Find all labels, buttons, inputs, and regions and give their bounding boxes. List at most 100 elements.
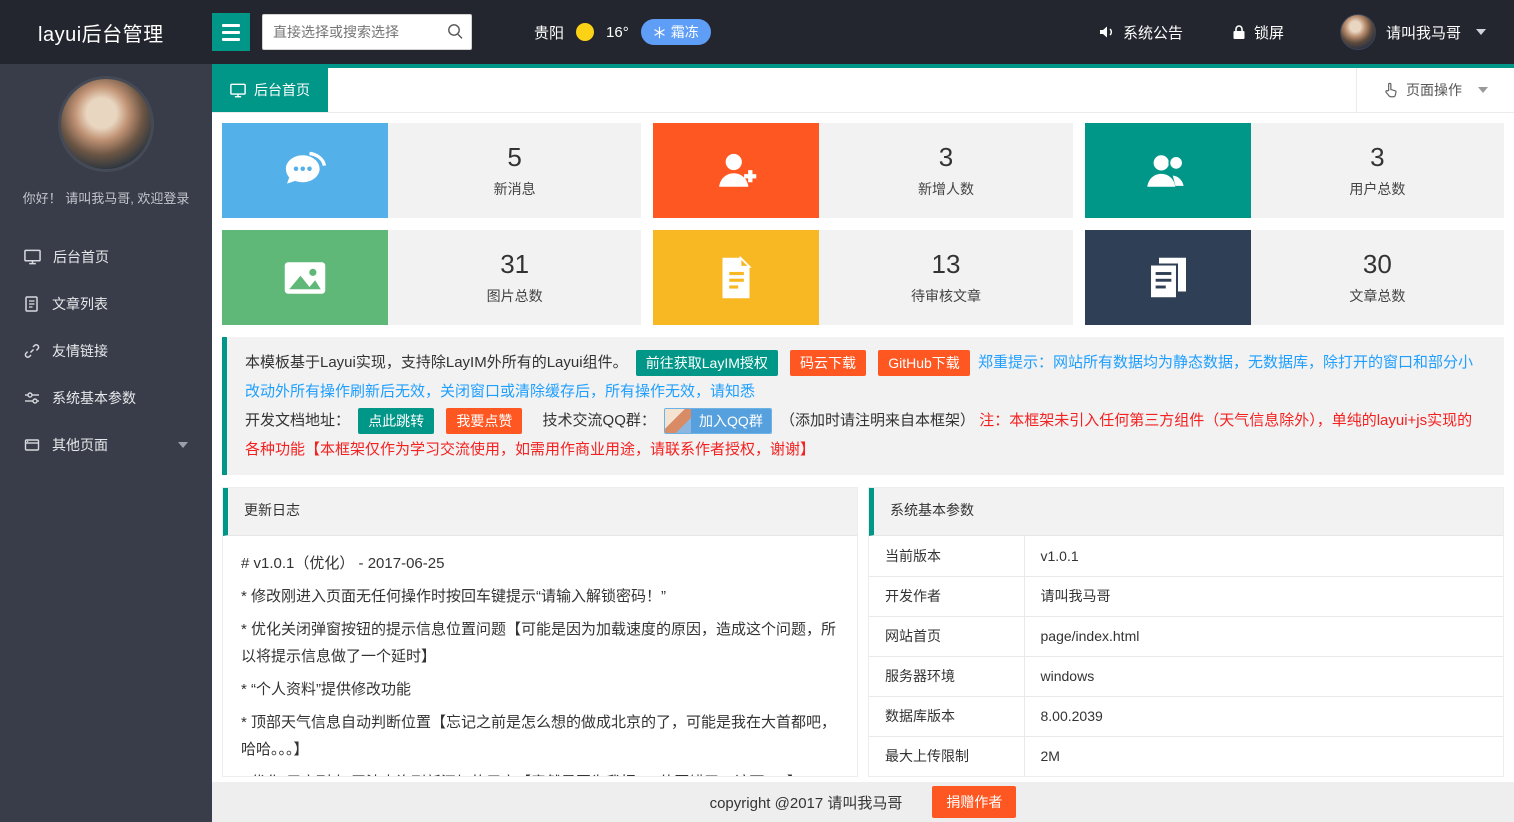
article-icon <box>24 296 40 312</box>
settings-icon <box>24 390 40 406</box>
stat-card-total-articles[interactable]: 30 文章总数 <box>1085 230 1504 325</box>
github-download-button[interactable]: GitHub下载 <box>878 350 970 376</box>
chevron-down-icon <box>1478 87 1488 93</box>
donate-button[interactable]: 捐赠作者 <box>932 786 1016 818</box>
sidebar-item-other-pages[interactable]: 其他页面 <box>0 421 212 468</box>
image-icon <box>278 251 332 305</box>
stat-value: 5 <box>507 142 521 173</box>
sun-icon <box>576 23 594 41</box>
stat-card-total-images[interactable]: 31 图片总数 <box>222 230 641 325</box>
hand-pointer-icon <box>1383 82 1398 98</box>
top-header: layui后台管理 贵阳 16° 霜冻 系统公告 锁屏 请叫我马哥 <box>0 0 1514 64</box>
gitee-download-button[interactable]: 码云下载 <box>790 350 866 376</box>
sysparams-title: 系统基本参数 <box>869 488 1503 536</box>
table-row: 当前版本v1.0.1 <box>869 536 1503 576</box>
user-add-icon <box>709 144 763 198</box>
monitor-icon <box>230 83 246 98</box>
notice-text: 本模板基于Layui实现，支持除LayIM外所有的Layui组件。 <box>245 354 628 371</box>
notice-block: 本模板基于Layui实现，支持除LayIM外所有的Layui组件。 前往获取La… <box>222 337 1504 475</box>
copyright-text: copyright @2017 请叫我马哥 <box>710 792 903 813</box>
table-row: 服务器环境windows <box>869 656 1503 696</box>
chevron-down-icon <box>178 442 188 448</box>
tab-bar: 后台首页 页面操作 <box>212 68 1514 113</box>
join-qq-group-button[interactable]: 加入QQ群 <box>664 408 772 434</box>
search-input[interactable] <box>262 14 472 50</box>
system-announcement-button[interactable]: 系统公告 <box>1098 22 1183 43</box>
table-row: 网站首页page/index.html <box>869 616 1503 656</box>
stat-label: 新增人数 <box>918 179 974 199</box>
stat-value: 13 <box>932 249 961 280</box>
stat-card-new-messages[interactable]: 5 新消息 <box>222 123 641 218</box>
username: 请叫我马哥 <box>1386 22 1461 43</box>
weather-condition-badge[interactable]: 霜冻 <box>641 19 711 45</box>
changelog-panel: 更新日志 # v1.0.1（优化） - 2017-06-25 * 修改刚进入页面… <box>222 487 858 777</box>
sidebar-item-home[interactable]: 后台首页 <box>0 233 212 280</box>
monitor-icon <box>24 249 41 265</box>
document-icon <box>709 251 763 305</box>
table-row: 开发作者请叫我马哥 <box>869 576 1503 616</box>
stat-value: 30 <box>1363 249 1392 280</box>
link-icon <box>24 343 40 359</box>
app-title: layui后台管理 <box>0 18 212 47</box>
search-icon[interactable] <box>446 22 464 45</box>
page-footer: copyright @2017 请叫我马哥 捐赠作者 <box>212 782 1514 822</box>
stat-card-new-users[interactable]: 3 新增人数 <box>653 123 1072 218</box>
table-row: 数据库版本8.00.2039 <box>869 696 1503 736</box>
tab-home[interactable]: 后台首页 <box>212 68 328 112</box>
like-button[interactable]: 我要点赞 <box>446 408 522 434</box>
layim-auth-button[interactable]: 前往获取LayIM授权 <box>636 350 778 376</box>
weather-city: 贵阳 <box>534 22 564 43</box>
sysparams-panel: 系统基本参数 当前版本v1.0.1 开发作者请叫我马哥 网站首页page/ind… <box>868 487 1504 777</box>
sidebar-menu: 后台首页 文章列表 友情链接 系统基本参数 其他页面 <box>0 233 212 468</box>
weather-widget: 贵阳 16° 霜冻 <box>534 19 711 45</box>
stat-label: 图片总数 <box>487 286 543 306</box>
table-row: 最大上传限制2M <box>869 736 1503 776</box>
changelog-title: 更新日志 <box>223 488 857 536</box>
stat-value: 3 <box>939 142 953 173</box>
users-icon <box>1141 144 1195 198</box>
changelog-body: # v1.0.1（优化） - 2017-06-25 * 修改刚进入页面无任何操作… <box>223 536 857 777</box>
user-avatar[interactable] <box>1340 14 1376 50</box>
changelog-line: * “个人资料”提供修改功能 <box>241 676 839 703</box>
page-actions-dropdown[interactable]: 页面操作 <box>1356 68 1514 112</box>
qq-note: （添加时请注明来自本框架） <box>780 412 975 429</box>
changelog-line: # v1.0.1（优化） - 2017-06-25 <box>241 550 839 577</box>
stat-label: 新消息 <box>494 179 536 199</box>
docs-label: 开发文档地址： <box>245 412 350 429</box>
docs-jump-button[interactable]: 点此跳转 <box>358 408 434 434</box>
header-right: 系统公告 锁屏 请叫我马哥 <box>1050 14 1514 50</box>
changelog-line: * 优化“用户列表”无法查询到新添加的用户【竟然是因为我把key值写错了，该死。… <box>241 769 839 777</box>
chat-icon <box>278 144 332 198</box>
pages-icon <box>24 437 40 453</box>
dashboard: 5 新消息 3 新增人数 <box>212 113 1514 782</box>
stat-card-pending-articles[interactable]: 13 待审核文章 <box>653 230 1072 325</box>
stat-value: 3 <box>1370 142 1384 173</box>
hamburger-icon <box>222 24 240 27</box>
qq-avatar-icon <box>665 409 691 433</box>
stat-label: 文章总数 <box>1349 286 1405 306</box>
quick-search <box>262 14 472 50</box>
sysparams-table: 当前版本v1.0.1 开发作者请叫我马哥 网站首页page/index.html… <box>869 536 1503 777</box>
sidebar-avatar[interactable] <box>58 76 154 172</box>
changelog-line: * 优化关闭弹窗按钮的提示信息位置问题【可能是因为加载速度的原因，造成这个问题，… <box>241 616 839 670</box>
lock-screen-button[interactable]: 锁屏 <box>1231 22 1284 43</box>
sidebar-greeting: 你好！ 请叫我马哥, 欢迎登录 <box>0 188 212 207</box>
changelog-line: * 修改刚进入页面无任何操作时按回车键提示“请输入解锁密码！” <box>241 583 839 610</box>
qq-group-label: 技术交流QQ群： <box>543 412 656 429</box>
stat-card-total-users[interactable]: 3 用户总数 <box>1085 123 1504 218</box>
changelog-line: * 顶部天气信息自动判断位置【忘记之前是怎么想的做成北京的了，可能是我在大首都吧… <box>241 709 839 763</box>
speaker-icon <box>1098 23 1116 41</box>
stat-label: 待审核文章 <box>911 286 981 306</box>
sidebar-item-sysparams[interactable]: 系统基本参数 <box>0 374 212 421</box>
stat-value: 31 <box>500 249 529 280</box>
sidebar-item-articles[interactable]: 文章列表 <box>0 280 212 327</box>
sidebar: 你好！ 请叫我马哥, 欢迎登录 后台首页 文章列表 友情链接 系统基本参数 其他… <box>0 64 212 822</box>
frost-icon <box>653 26 666 39</box>
menu-toggle-button[interactable] <box>212 13 250 51</box>
documents-icon <box>1141 251 1195 305</box>
sidebar-item-links[interactable]: 友情链接 <box>0 327 212 374</box>
user-menu[interactable]: 请叫我马哥 <box>1386 22 1486 43</box>
stat-label: 用户总数 <box>1349 179 1405 199</box>
chevron-down-icon <box>1476 29 1486 35</box>
lock-icon <box>1231 24 1247 41</box>
